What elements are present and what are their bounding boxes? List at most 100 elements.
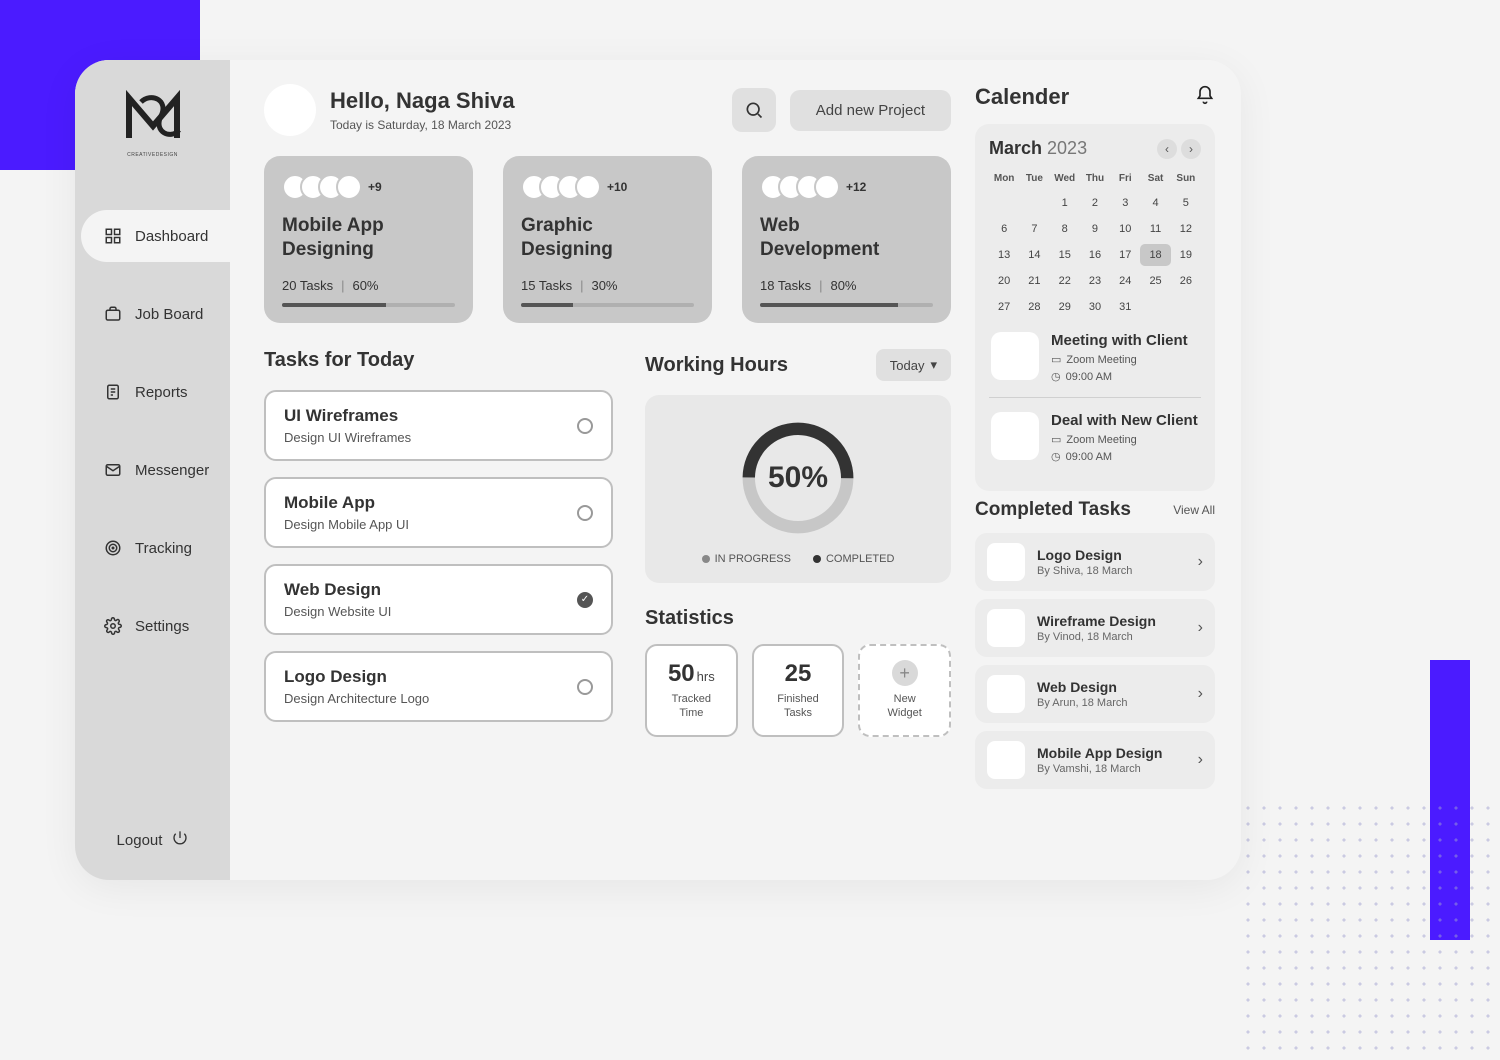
cal-day[interactable]: 25 xyxy=(1140,270,1170,292)
sidebar-item-settings[interactable]: Settings xyxy=(81,600,230,652)
ct-sub: By Arun, 18 March xyxy=(1037,697,1128,709)
video-icon: ▭ xyxy=(1051,353,1061,366)
cal-day[interactable]: 5 xyxy=(1171,192,1201,214)
cal-day[interactable]: 24 xyxy=(1110,270,1140,292)
cal-day[interactable]: 8 xyxy=(1050,218,1080,240)
cal-day[interactable]: 20 xyxy=(989,270,1019,292)
working-hours-column: Working Hours Today ▾ 50% xyxy=(645,349,951,738)
cal-day[interactable]: 22 xyxy=(1050,270,1080,292)
logout-button[interactable]: Logout xyxy=(117,830,189,850)
cal-day[interactable]: 21 xyxy=(1019,270,1049,292)
cal-day[interactable]: 6 xyxy=(989,218,1019,240)
project-card[interactable]: +10GraphicDesigning15 Tasks|30% xyxy=(503,156,712,323)
greeting: Hello, Naga Shiva xyxy=(330,88,515,114)
calendar-card: March 2023 ‹ › MonTueWedThuFriSatSun1234… xyxy=(975,124,1215,491)
cal-day[interactable]: 29 xyxy=(1050,296,1080,318)
calendar-event[interactable]: Meeting with Client▭ Zoom Meeting◷ 09:00… xyxy=(989,318,1201,398)
sidebar-item-messenger[interactable]: Messenger xyxy=(81,444,230,496)
add-project-button[interactable]: Add new Project xyxy=(790,90,951,131)
task-item[interactable]: Logo DesignDesign Architecture Logo xyxy=(264,651,613,722)
cal-day[interactable]: 16 xyxy=(1080,244,1110,266)
user-avatar[interactable] xyxy=(264,84,316,136)
cal-day[interactable]: 9 xyxy=(1080,218,1110,240)
donut-chart: 50% xyxy=(733,413,863,543)
cal-day[interactable]: 19 xyxy=(1171,244,1201,266)
cal-day[interactable]: 12 xyxy=(1171,218,1201,240)
working-hours-card: 50% IN PROGRESS COMPLETED xyxy=(645,395,951,583)
task-status-icon[interactable]: ✓ xyxy=(577,592,593,608)
cal-day-header: Thu xyxy=(1080,169,1110,188)
task-item[interactable]: Mobile AppDesign Mobile App UI xyxy=(264,477,613,548)
target-icon xyxy=(103,538,123,558)
task-item[interactable]: UI WireframesDesign UI Wireframes xyxy=(264,390,613,461)
mail-icon xyxy=(103,460,123,480)
event-title: Meeting with Client xyxy=(1051,332,1199,349)
completed-tasks-title: Completed Tasks xyxy=(975,499,1131,521)
logo-icon xyxy=(121,86,185,150)
briefcase-icon xyxy=(103,304,123,324)
event-thumb xyxy=(991,332,1039,380)
completed-task-item[interactable]: Web DesignBy Arun, 18 March› xyxy=(975,665,1215,723)
sidebar: CREATIVEDESIGN DashboardJob BoardReports… xyxy=(75,60,230,880)
cal-next-button[interactable]: › xyxy=(1181,139,1201,159)
task-subtitle: Design Website UI xyxy=(284,604,391,619)
cal-day[interactable]: 14 xyxy=(1019,244,1049,266)
task-status-icon[interactable] xyxy=(577,418,593,434)
cal-day[interactable]: 10 xyxy=(1110,218,1140,240)
event-via: ▭ Zoom Meeting xyxy=(1051,353,1199,366)
cal-day[interactable]: 30 xyxy=(1080,296,1110,318)
cal-day[interactable]: 27 xyxy=(989,296,1019,318)
stat-number: 50 xyxy=(668,660,695,687)
period-selector[interactable]: Today ▾ xyxy=(876,349,951,381)
project-meta: 18 Tasks|80% xyxy=(760,278,933,293)
project-card[interactable]: +12WebDevelopment18 Tasks|80% xyxy=(742,156,951,323)
add-widget-button[interactable]: + NewWidget xyxy=(858,644,951,737)
calendar-event[interactable]: Deal with New Client▭ Zoom Meeting◷ 09:0… xyxy=(989,398,1201,477)
ct-sub: By Vamshi, 18 March xyxy=(1037,763,1162,775)
statistics-title: Statistics xyxy=(645,607,951,630)
completed-task-item[interactable]: Mobile App DesignBy Vamshi, 18 March› xyxy=(975,731,1215,789)
cal-day[interactable]: 18 xyxy=(1140,244,1170,266)
sidebar-item-reports[interactable]: Reports xyxy=(81,366,230,418)
cal-day[interactable]: 31 xyxy=(1110,296,1140,318)
cal-day[interactable]: 13 xyxy=(989,244,1019,266)
completed-tasks-header: Completed Tasks View All xyxy=(975,499,1215,521)
cal-prev-button[interactable]: ‹ xyxy=(1157,139,1177,159)
project-card[interactable]: +9Mobile AppDesigning20 Tasks|60% xyxy=(264,156,473,323)
ct-title: Web Design xyxy=(1037,679,1128,695)
task-item[interactable]: Web DesignDesign Website UI✓ xyxy=(264,564,613,635)
chevron-down-icon: ▾ xyxy=(930,357,937,373)
cal-day[interactable]: 3 xyxy=(1110,192,1140,214)
tasks-today-title: Tasks for Today xyxy=(264,349,613,372)
task-status-icon[interactable] xyxy=(577,505,593,521)
clock-icon: ◷ xyxy=(1051,450,1061,463)
cal-day[interactable]: 28 xyxy=(1019,296,1049,318)
clock-icon: ◷ xyxy=(1051,370,1061,383)
event-time: ◷ 09:00 AM xyxy=(1051,450,1199,463)
completed-tasks-list: Logo DesignBy Shiva, 18 March› Wireframe … xyxy=(975,533,1215,797)
cal-day[interactable]: 23 xyxy=(1080,270,1110,292)
completed-task-item[interactable]: Wireframe DesignBy Vinod, 18 March› xyxy=(975,599,1215,657)
stat-card: 50hrsTrackedTime xyxy=(645,644,738,737)
sidebar-item-tracking[interactable]: Tracking xyxy=(81,522,230,574)
view-all-link[interactable]: View All xyxy=(1173,503,1215,517)
cal-day[interactable]: 17 xyxy=(1110,244,1140,266)
task-subtitle: Design Mobile App UI xyxy=(284,517,409,532)
task-status-icon[interactable] xyxy=(577,679,593,695)
cal-day[interactable]: 2 xyxy=(1080,192,1110,214)
cal-day[interactable]: 11 xyxy=(1140,218,1170,240)
completed-task-item[interactable]: Logo DesignBy Shiva, 18 March› xyxy=(975,533,1215,591)
chevron-right-icon: › xyxy=(1198,619,1203,637)
sidebar-item-job-board[interactable]: Job Board xyxy=(81,288,230,340)
cal-day[interactable]: 1 xyxy=(1050,192,1080,214)
notifications-button[interactable] xyxy=(1195,85,1215,110)
cal-day[interactable]: 7 xyxy=(1019,218,1049,240)
sidebar-item-dashboard[interactable]: Dashboard xyxy=(81,210,230,262)
cal-day[interactable]: 15 xyxy=(1050,244,1080,266)
cal-day-header: Tue xyxy=(1019,169,1049,188)
member-overflow: +9 xyxy=(368,180,382,194)
cal-day[interactable]: 4 xyxy=(1140,192,1170,214)
search-button[interactable] xyxy=(732,88,776,132)
cal-day[interactable]: 26 xyxy=(1171,270,1201,292)
cal-day-header: Fri xyxy=(1110,169,1140,188)
